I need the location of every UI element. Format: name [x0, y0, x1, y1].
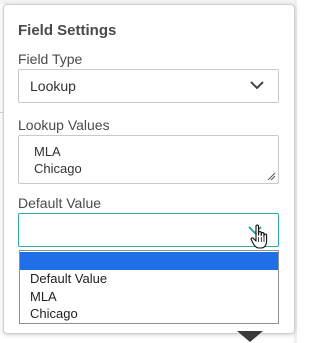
default-value-select[interactable]	[18, 213, 279, 247]
dropdown-option-default-value[interactable]: Default Value	[20, 271, 278, 287]
panel-title: Field Settings	[18, 22, 117, 39]
resize-grip-icon[interactable]	[267, 172, 276, 181]
lookup-value-line: MLA	[34, 144, 61, 159]
screen: Field Settings Field Type Lookup Lookup …	[0, 0, 297, 343]
dropdown-option-mla[interactable]: MLA	[20, 289, 278, 305]
field-type-value: Lookup	[30, 78, 76, 94]
dropdown-option-empty[interactable]	[20, 252, 278, 270]
chevron-down-icon	[250, 81, 264, 90]
field-type-select[interactable]: Lookup	[18, 69, 279, 103]
field-type-label: Field Type	[18, 51, 83, 67]
lookup-value-line: Chicago	[34, 161, 82, 176]
default-value-label: Default Value	[18, 195, 102, 211]
default-value-options-list: Default Value MLA Chicago	[19, 250, 279, 324]
popover-arrow-icon	[237, 331, 263, 342]
field-settings-popover: Field Settings Field Type Lookup Lookup …	[3, 4, 295, 334]
hand-pointer-icon	[250, 224, 268, 249]
lookup-values-textarea[interactable]: MLA Chicago	[18, 135, 279, 184]
lookup-values-label: Lookup Values	[18, 117, 110, 133]
dropdown-option-chicago[interactable]: Chicago	[20, 306, 278, 322]
